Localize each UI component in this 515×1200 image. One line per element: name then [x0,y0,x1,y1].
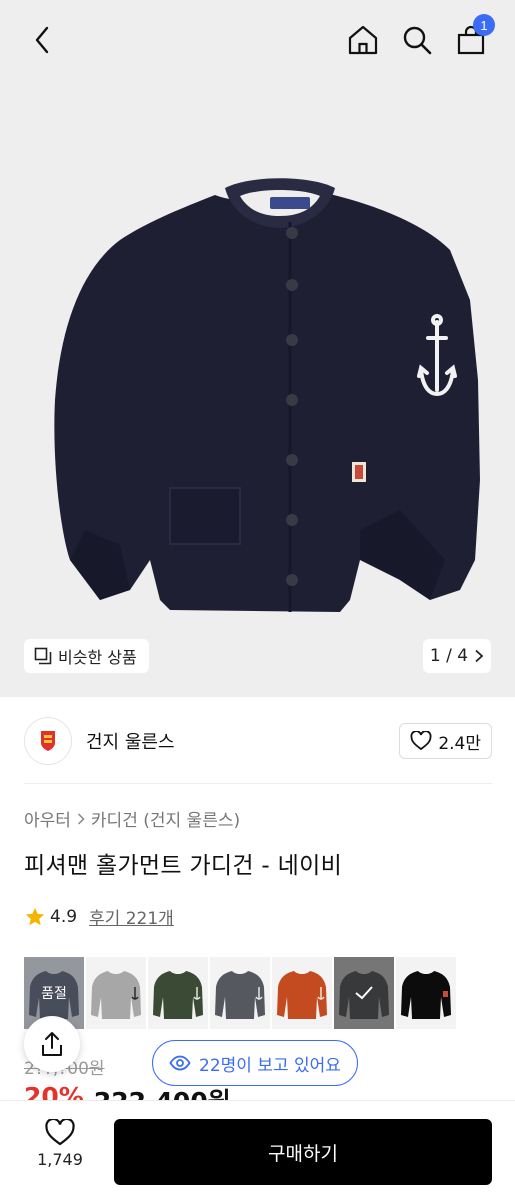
image-pager[interactable]: 1 / 4 [423,639,491,673]
swatch-cardigan-image [153,971,203,1019]
color-swatch[interactable] [86,957,146,1029]
pager-text: 1 / 4 [429,646,469,666]
heart-icon [410,731,432,751]
product-page: 비슷한 상품 1 / 4 1 건지 울른스 2.4만 아우터 카디건 (건지 울… [0,0,515,1200]
breadcrumb-category[interactable]: 아우터 [24,806,71,831]
viewers-text: 22명이 보고 있어요 [199,1055,341,1076]
product-title: 피셔맨 홀가먼트 가디건 - 네이비 [24,853,343,879]
breadcrumb-subcategory[interactable]: 카디건 (건지 울른스) [91,806,240,831]
check-icon [355,986,373,1000]
brand-crest-icon [41,731,55,751]
similar-icon [34,647,52,665]
bottom-action-bar: 1,749 구매하기 [0,1100,515,1200]
chevron-right-icon [77,812,85,825]
top-nav-bar: 1 [0,0,515,80]
wishlist-button[interactable]: 1,749 [24,1119,96,1169]
brand-logo[interactable] [24,717,72,765]
brand-name[interactable]: 건지 울른스 [86,728,175,754]
color-swatch[interactable] [210,957,270,1029]
color-swatch[interactable] [396,957,456,1029]
swatch-cardigan-image [277,971,327,1019]
swatch-cardigan-image [215,971,265,1019]
similar-products-button[interactable]: 비슷한 상품 [24,639,149,673]
home-button[interactable] [343,18,383,62]
cart-button[interactable]: 1 [451,14,495,62]
breadcrumb: 아우터 카디건 (건지 울른스) [24,806,240,831]
share-button[interactable] [24,1016,80,1072]
rating-row: 4.9 후기 221개 [24,904,174,929]
product-image-carousel[interactable]: 비슷한 상품 1 / 4 [0,0,515,697]
heart-icon [45,1119,75,1146]
cardigan-image [54,178,480,612]
color-swatch[interactable] [272,957,332,1029]
brand-like-count: 2.4만 [438,733,481,754]
search-button[interactable] [397,18,437,62]
color-swatch-selected[interactable] [334,957,394,1029]
swatch-cardigan-image [401,971,451,1019]
selected-overlay [334,957,394,1029]
review-link[interactable]: 후기 221개 [89,904,174,929]
swatch-cardigan-image [91,971,141,1019]
chevron-right-icon [475,649,484,663]
eye-icon [169,1055,191,1071]
similar-products-label: 비슷한 상품 [58,648,137,667]
back-button[interactable] [22,18,62,62]
brand-like-button[interactable]: 2.4만 [399,723,492,759]
viewers-pill: 22명이 보고 있어요 [152,1040,358,1086]
cart-count-badge: 1 [473,14,495,36]
star-icon [25,907,45,925]
chevron-left-icon [35,26,49,54]
search-icon [403,26,432,55]
wishlist-count: 1,749 [37,1150,83,1169]
home-icon [348,25,378,55]
color-swatch[interactable] [148,957,208,1029]
divider [24,783,492,784]
share-icon [42,1032,62,1056]
buy-button[interactable]: 구매하기 [114,1119,492,1185]
rating-score: 4.9 [50,906,78,927]
color-swatches: 품절 [24,957,456,1029]
brand-row: 건지 울른스 2.4만 [24,716,492,766]
